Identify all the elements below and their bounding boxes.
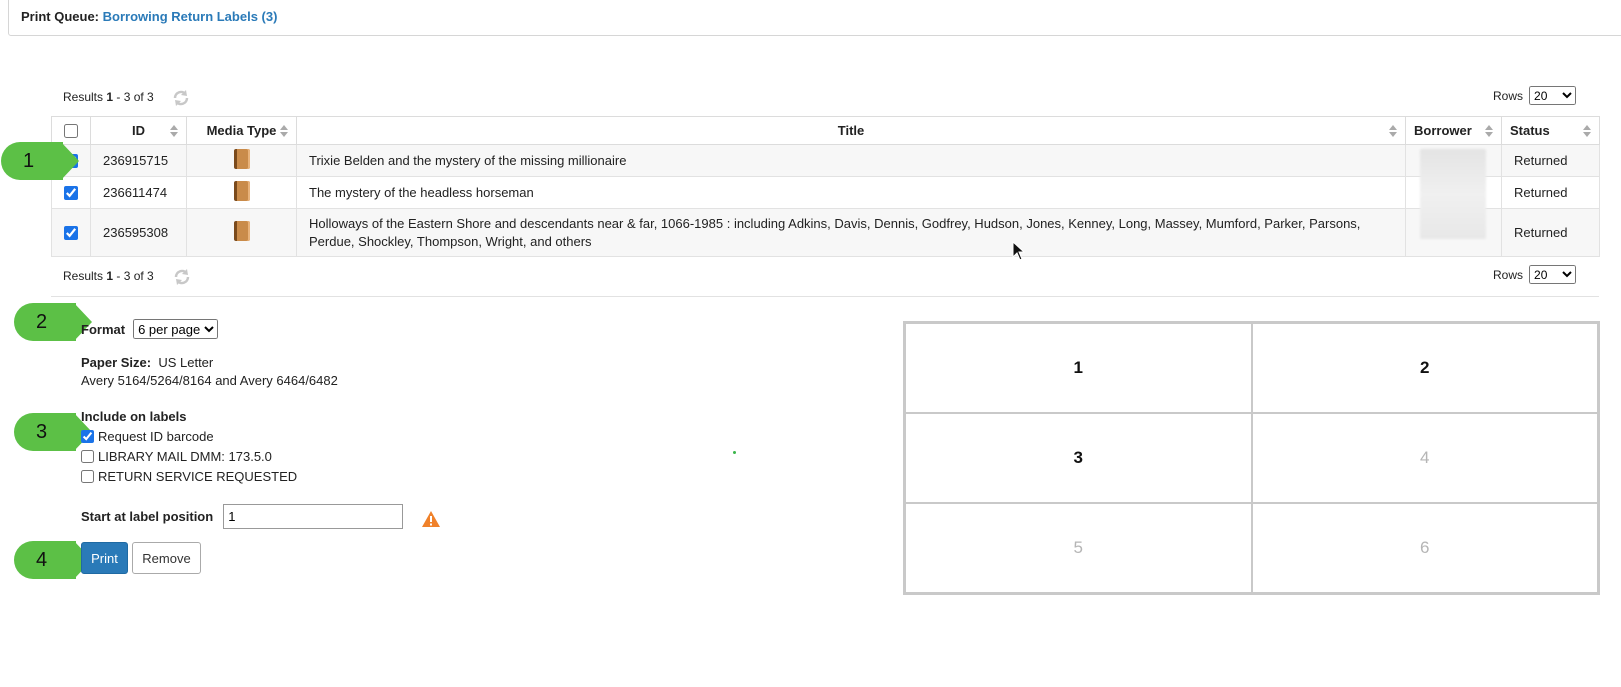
option-return-service[interactable]: RETURN SERVICE REQUESTED [81,466,297,486]
option-label: RETURN SERVICE REQUESTED [98,468,298,484]
label-position-5[interactable]: 5 [905,503,1252,593]
table-footer-divider [51,296,1599,297]
paper-size-label: Paper Size: [81,355,152,370]
book-icon [233,221,250,241]
title-cell: Trixie Belden and the mystery of the mis… [296,144,1406,177]
warning-icon [422,511,440,527]
results-count-bottom: Results 1 - 3 of 3 [63,269,154,283]
print-queue-label: Print Queue: [21,9,100,24]
return-service-checkbox[interactable] [81,469,94,483]
step-badge-3: 3 [14,413,92,451]
sort-icon[interactable] [1485,125,1493,137]
select-all-header [51,116,91,145]
rows-control-top: Rows 20 [1493,86,1577,105]
rows-label: Rows [1493,267,1524,282]
paper-size-block: Paper Size: US Letter Avery 5164/5264/81… [81,355,338,388]
media-type-cell [186,144,297,177]
label-position-3[interactable]: 3 [905,413,1252,503]
label-position-1[interactable]: 1 [905,323,1252,413]
step-badge-2: 2 [14,303,92,341]
status-cell: Returned [1501,208,1600,257]
book-icon [233,149,250,169]
status-cell: Returned [1501,144,1600,177]
results-prefix: Results [63,269,107,283]
avery-info: Avery 5164/5264/8164 and Avery 6464/6482 [81,373,338,388]
rows-label: Rows [1493,88,1524,103]
start-position-row: Start at label position [81,504,404,529]
column-header-media-type[interactable]: Media Type [186,116,297,145]
option-library-mail[interactable]: LIBRARY MAIL DMM: 173.5.0 [81,446,297,466]
label-position-4[interactable]: 4 [1251,413,1598,503]
media-type-cell [186,176,297,209]
rows-select-top[interactable]: 20 [1529,86,1577,105]
start-position-label: Start at label position [81,509,214,524]
label-position-grid: 1 2 3 4 5 6 [903,321,1600,595]
request-id: 236611474 [90,176,187,209]
table-row[interactable]: 236595308 Holloways of the Eastern Shore… [51,208,1600,257]
sort-icon[interactable] [170,125,178,137]
step-badge-1: 1 [1,142,79,180]
refresh-icon[interactable] [172,267,192,287]
option-label: Request ID barcode [98,428,214,444]
request-id: 236915715 [90,144,187,177]
stray-dot [733,451,736,454]
rows-control-bottom: Rows 20 [1493,265,1577,284]
sort-icon[interactable] [1389,125,1397,137]
label-position-2[interactable]: 2 [1251,323,1598,413]
table-row[interactable]: 236915715 Trixie Belden and the mystery … [51,144,1600,177]
select-all-checkbox[interactable] [64,124,78,139]
print-queue-line: Print Queue: Borrowing Return Labels (3) [21,9,277,24]
title-cell: The mystery of the headless horseman [296,176,1406,209]
row-select-cell [51,208,91,257]
option-label: LIBRARY MAIL DMM: 173.5.0 [98,448,272,464]
request-id: 236595308 [90,208,187,257]
column-header-status[interactable]: Status [1501,116,1600,145]
requests-table: ID Media Type Title Borrower Status 2369… [51,116,1600,257]
row-checkbox[interactable] [64,226,78,241]
column-header-borrower[interactable]: Borrower [1405,116,1502,145]
library-mail-checkbox[interactable] [81,449,94,463]
mouse-cursor-icon [1012,241,1026,261]
format-row: Format 6 per page [81,319,219,339]
row-select-cell [51,176,91,209]
paper-size-value: US Letter [158,355,214,370]
print-queue-link[interactable]: Borrowing Return Labels (3) [103,9,278,24]
request-id-barcode-checkbox[interactable] [81,429,94,443]
book-icon [233,181,250,201]
refresh-icon[interactable] [171,88,191,108]
start-position-input[interactable] [223,504,404,529]
step-badge-4: 4 [14,541,92,579]
media-type-cell [186,208,297,257]
table-row[interactable]: 236611474 The mystery of the headless ho… [51,176,1600,209]
format-label: Format [81,321,126,337]
results-rest: - 3 of 3 [113,90,154,104]
column-header-id[interactable]: ID [90,116,187,145]
column-header-title[interactable]: Title [296,116,1406,145]
rows-select-bottom[interactable]: 20 [1529,265,1577,284]
print-queue-panel: Print Queue: Borrowing Return Labels (3) [8,0,1621,36]
format-select[interactable]: 6 per page [133,319,219,339]
print-button[interactable]: Print [81,542,128,574]
row-checkbox[interactable] [64,186,78,201]
sort-icon[interactable] [280,125,288,137]
option-request-id-barcode[interactable]: Request ID barcode [81,426,297,446]
results-rest: - 3 of 3 [113,269,154,283]
include-heading: Include on labels [81,409,187,424]
include-labels-block: Include on labels Request ID barcode LIB… [81,409,297,486]
sort-icon[interactable] [1583,125,1591,137]
remove-button[interactable]: Remove [132,542,201,574]
label-position-6[interactable]: 6 [1251,503,1598,593]
status-cell: Returned [1501,176,1600,209]
borrower-avatar-blurred [1420,149,1486,239]
results-prefix: Results [63,90,107,104]
table-header-row: ID Media Type Title Borrower Status [51,116,1600,145]
title-cell: Holloways of the Eastern Shore and desce… [296,208,1406,257]
results-count-top: Results 1 - 3 of 3 [63,90,154,104]
